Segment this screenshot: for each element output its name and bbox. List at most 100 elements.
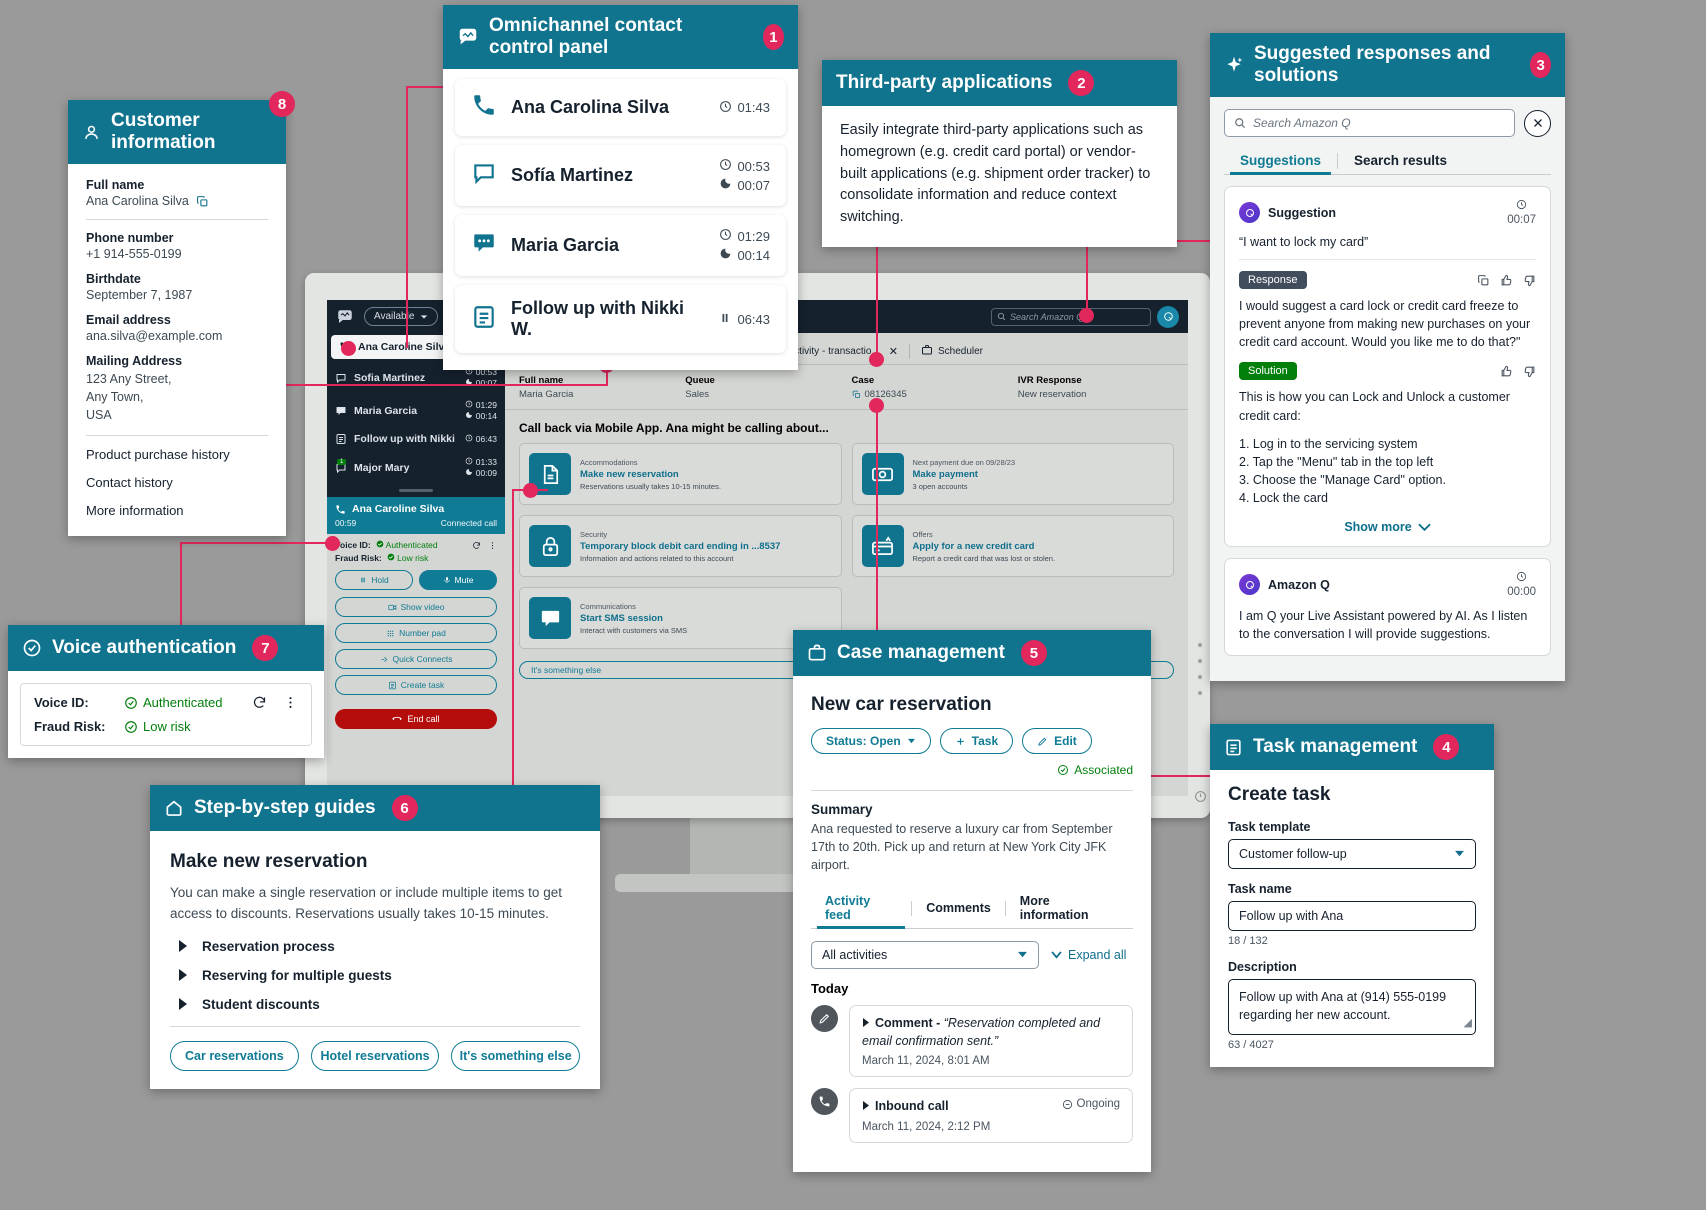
search-input[interactable]: Search Amazon Q [991,307,1151,326]
action-card[interactable]: Next payment due on 09/28/23 Make paymen… [851,443,1174,505]
moon-icon [465,378,473,388]
guide-item[interactable]: Reserving for multiple guests [170,968,580,983]
end-call-button[interactable]: End call [335,709,497,729]
activity-card[interactable]: Comment - “Reservation completed and ema… [849,1005,1133,1078]
attribute-value: New reservation [1017,389,1087,400]
voice-authentication-header: Voice authentication 7 [8,625,324,671]
car-reservations-button[interactable]: Car reservations [170,1040,299,1071]
number-pad-label: Number pad [399,628,446,638]
show-more-button[interactable]: Show more [1239,520,1536,534]
guide-item[interactable]: Reservation process [170,939,580,954]
contact-timers: 06:43 [465,434,497,444]
task-name-input[interactable]: Follow up with Ana [1228,901,1476,931]
rail-contact-row[interactable]: Maria Garcia 01:29 00:14 [327,394,505,427]
thumbs-up-icon[interactable] [1500,274,1513,287]
refresh-icon[interactable] [252,695,267,710]
resize-grip-icon[interactable]: ◢ [1464,1016,1472,1032]
attribute-value: Maria Garcia [519,389,574,400]
expand-all-button[interactable]: Expand all [1051,948,1126,962]
guide-item[interactable]: Student discounts [170,997,580,1012]
suggestions-search-input[interactable]: Search Amazon Q [1224,109,1515,137]
task-management-title: Task management [1253,736,1418,757]
action-card[interactable]: Offers Apply for a new credit card Repor… [851,515,1174,577]
hold-button[interactable]: Hold [335,570,413,590]
omnichannel-contact-row[interactable]: Follow up with Nikki W. 06:43 [455,285,786,353]
chat-icon [335,372,347,384]
activity-card[interactable]: Ongoing Inbound call March 11, 2024, 2:1… [849,1088,1133,1143]
solution-tag-row: Solution [1239,362,1536,381]
close-icon[interactable]: ✕ [889,345,898,358]
thumbs-down-icon[interactable] [1523,274,1536,287]
agent-status-pill[interactable]: Available [364,307,439,326]
omnichannel-contact-row[interactable]: Maria Garcia 01:29 00:14 [455,215,786,276]
fraud-risk-value: Low risk [143,719,191,734]
something-else-button[interactable]: It's something else [451,1040,581,1071]
copy-icon[interactable] [1477,274,1490,287]
rail-contact-row[interactable]: 1 Major Mary 01:33 00:09 [327,451,505,484]
thumbs-up-icon[interactable] [1500,365,1513,378]
active-contact-state: Connected call [440,518,497,528]
tab-comments[interactable]: Comments [912,895,1005,921]
full-name-value: Ana Carolina Silva [86,194,189,208]
moon-icon [719,177,732,193]
end-call-icon [392,716,403,721]
hotel-reservations-button[interactable]: Hotel reservations [310,1040,440,1071]
connector-line [512,489,514,819]
suggestions-search-placeholder: Search Amazon Q [1253,116,1351,130]
task-template-select[interactable]: Customer follow-up [1228,839,1476,869]
contact-timer: 01:33 [475,457,497,467]
power-button-icon[interactable] [1194,790,1207,808]
number-pad-button[interactable]: Number pad [335,623,497,643]
create-task-button[interactable]: Create task [335,675,497,695]
status-dropdown[interactable]: Status: Open [811,728,931,754]
action-card[interactable]: Accommodations Make new reservation Rese… [519,443,842,505]
mute-button[interactable]: Mute [419,570,497,590]
link-contact-history[interactable]: Contact history [86,475,268,490]
activity-filter-select[interactable]: All activities [811,941,1039,970]
task-template-value: Customer follow-up [1239,847,1347,861]
caret-right-icon [863,1018,869,1028]
callback-title: Call back via Mobile App. Ana might be c… [519,421,829,435]
tab-suggestions[interactable]: Suggestions [1224,147,1337,175]
rail-contact-row[interactable]: Follow up with Nikki W. 06:43 [327,427,505,451]
description-value: Follow up with Ana at (914) 555-0199 reg… [1239,990,1447,1023]
tab-search-results[interactable]: Search results [1338,147,1463,174]
attribute-full-name: Full name Maria Garcia [519,375,675,400]
close-icon[interactable] [1524,109,1551,137]
contact-name: Maria Garcia [511,235,620,255]
fraud-risk-row: Fraud Risk: Low risk [34,719,298,734]
workspace-tab-scheduler[interactable]: Scheduler [910,339,994,364]
description-textarea[interactable]: Follow up with Ana at (914) 555-0199 reg… [1228,979,1476,1035]
card-title: Make payment [912,468,978,480]
thumbs-down-icon[interactable] [1523,365,1536,378]
voice-icon [471,92,497,123]
chevron-down-icon [1051,951,1062,959]
amazon-q-button[interactable] [1157,305,1179,328]
drag-handle[interactable] [399,489,433,492]
add-task-button[interactable]: Task [939,728,1014,754]
link-more-information[interactable]: More information [86,503,268,518]
chevron-down-icon [421,314,428,319]
activity-title: Comment - “Reservation completed and ema… [862,1015,1120,1050]
more-vertical-icon[interactable] [283,695,298,710]
action-card[interactable]: Security Temporary block debit card endi… [519,515,842,577]
quick-connects-button[interactable]: Quick Connects [335,649,497,669]
omnichannel-contact-row[interactable]: Sofía Martinez 00:53 00:07 [455,145,786,206]
card-category: Next payment due on 09/28/23 [912,457,1016,467]
task-icon [471,304,497,335]
show-video-button[interactable]: Show video [335,597,497,617]
link-product-purchase-history[interactable]: Product purchase history [86,447,268,462]
divider [86,435,268,437]
sms-icon [471,230,497,261]
birthdate-value: September 7, 1987 [86,288,193,302]
card-description: Report a credit card that was lost or st… [912,553,1056,563]
briefcase-icon [921,344,933,359]
tab-more-information[interactable]: More information [1006,888,1133,928]
response-text: I would suggest a card lock or credit ca… [1239,299,1531,350]
agent-status-label: Available [374,311,415,322]
edit-button[interactable]: Edit [1022,728,1092,754]
contact-timers: 06:43 [719,312,770,327]
amazon-q-avatar-icon [1239,574,1260,596]
tab-activity-feed[interactable]: Activity feed [811,888,911,930]
omnichannel-contact-row[interactable]: Ana Carolina Silva 01:43 [455,79,786,136]
